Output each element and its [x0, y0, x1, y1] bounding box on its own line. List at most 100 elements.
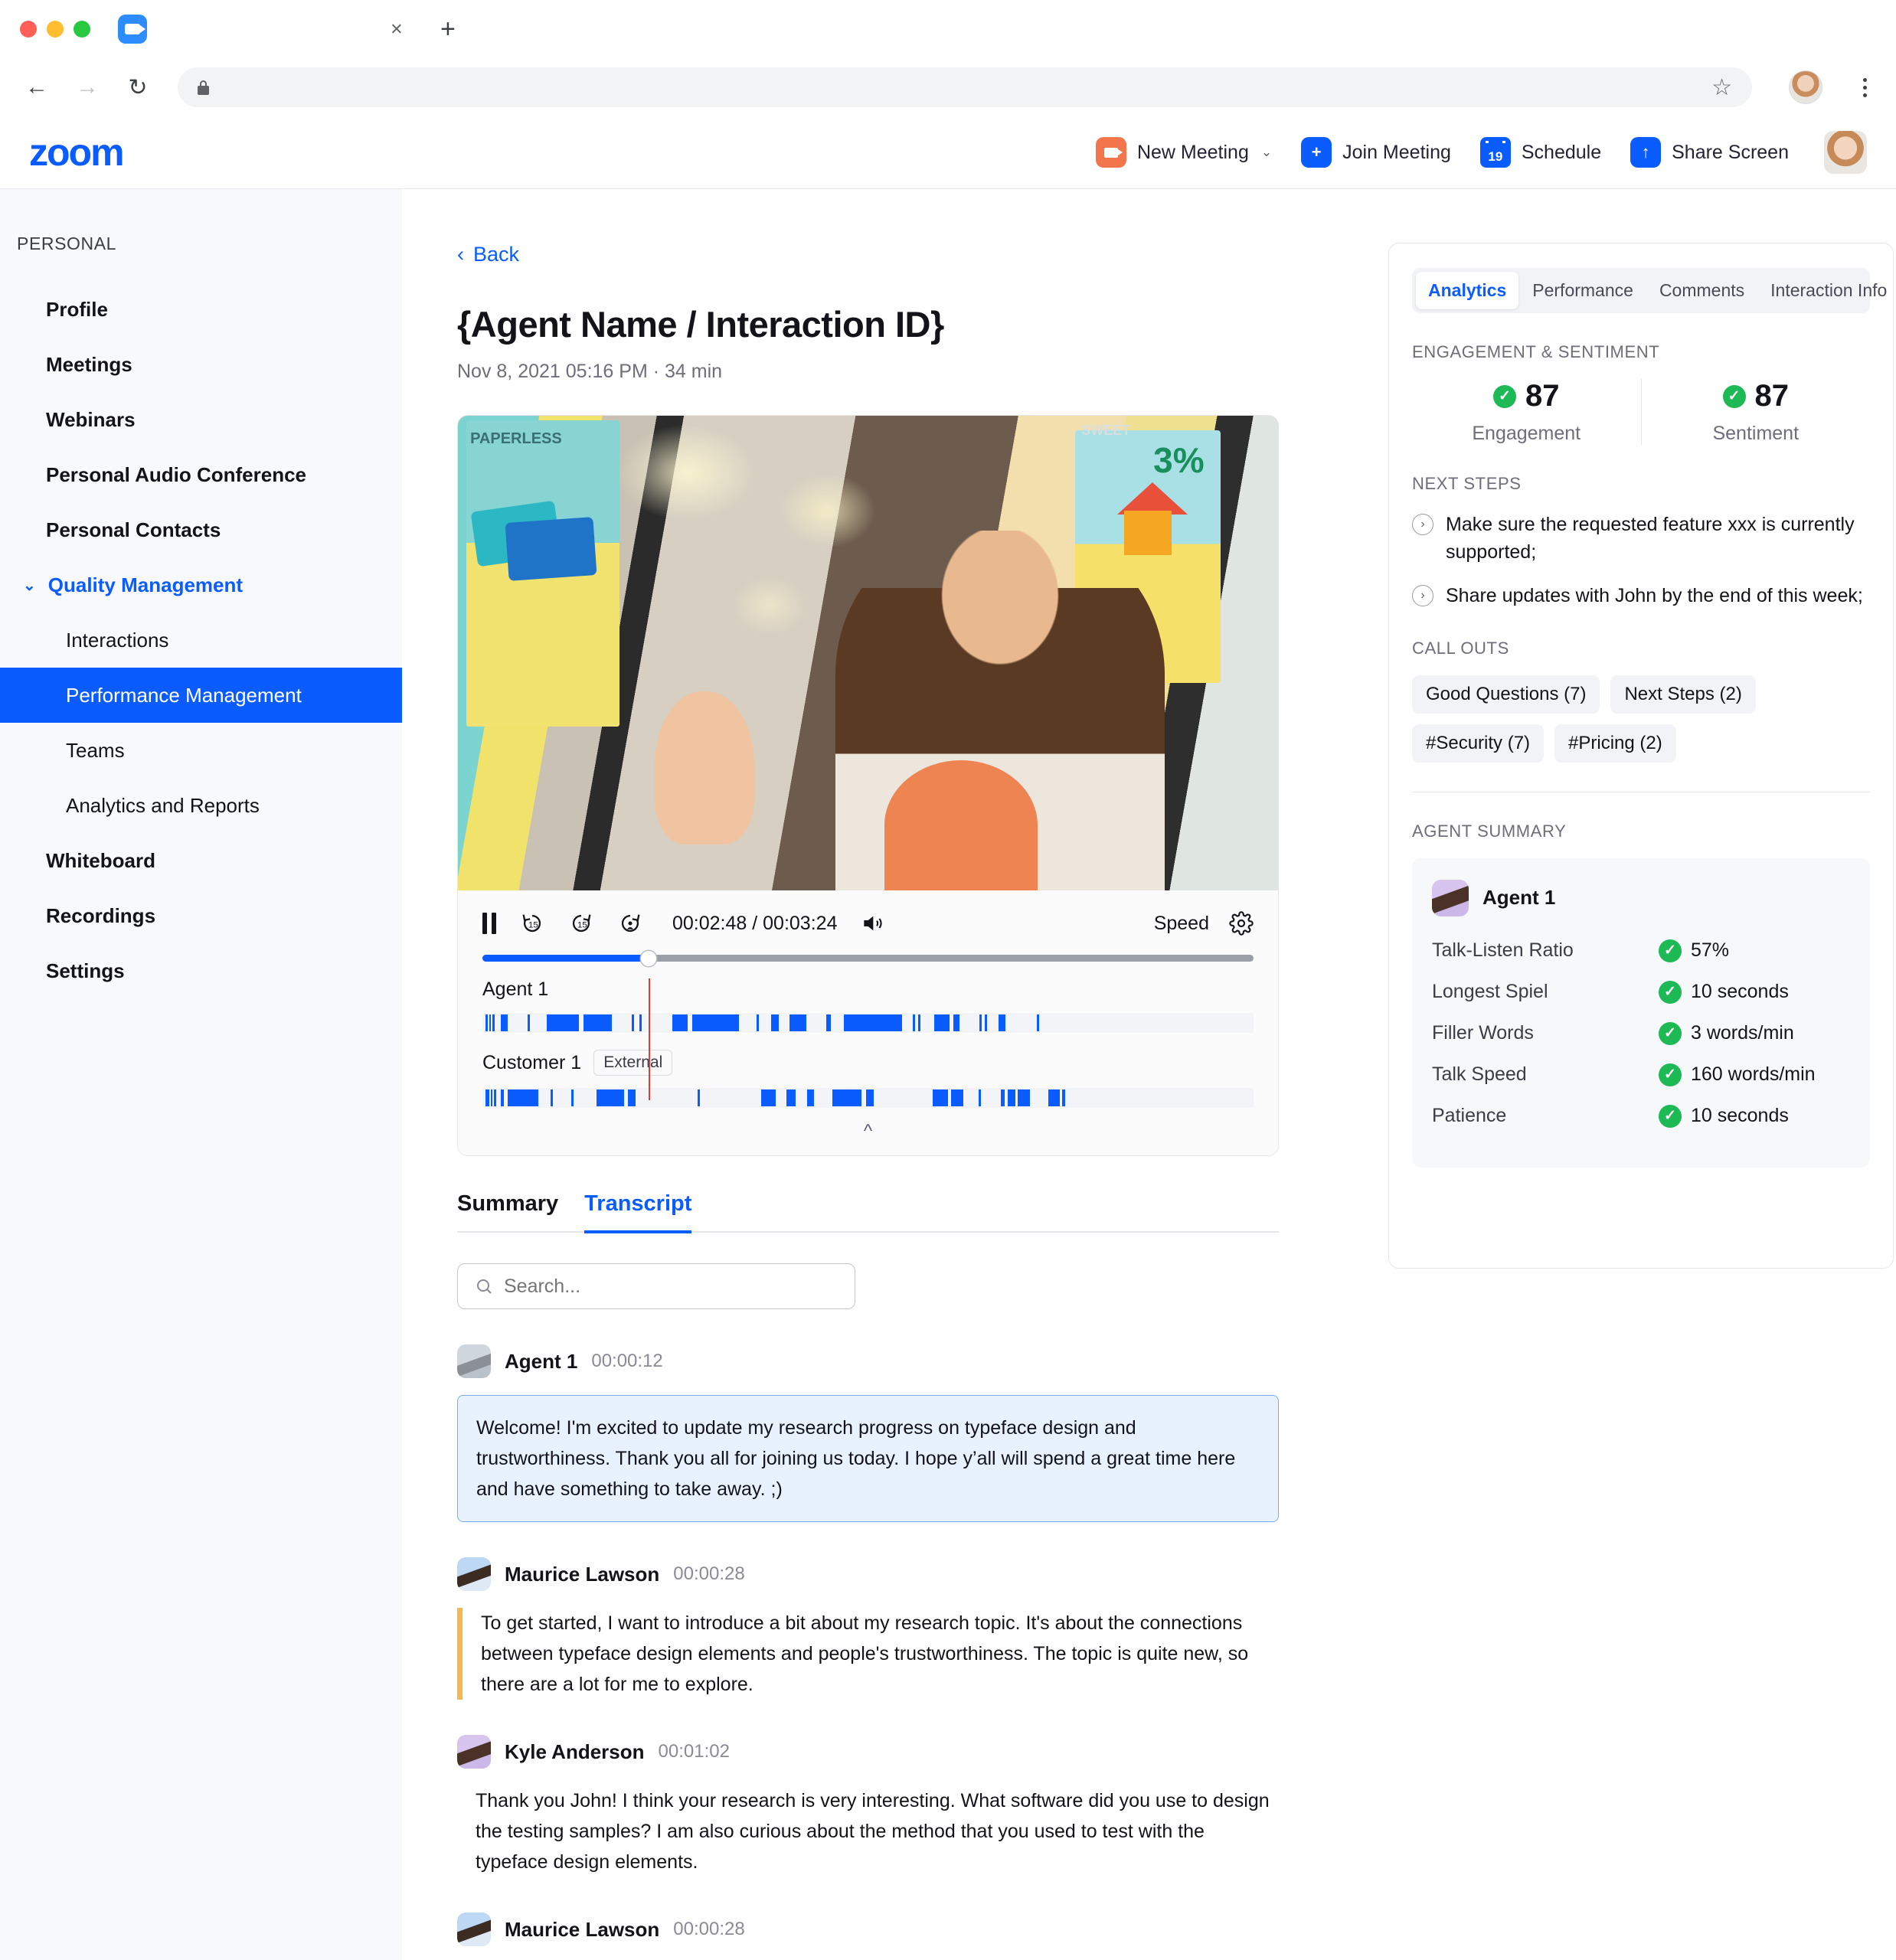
maximize-window-button[interactable]: [74, 21, 90, 38]
close-tab-button[interactable]: ×: [391, 18, 403, 40]
sidebar-item-interactions[interactable]: Interactions: [0, 612, 402, 668]
call-out-chip[interactable]: Good Questions (7): [1412, 675, 1600, 714]
transcript-text[interactable]: Welcome! I'm excited to update my resear…: [457, 1395, 1279, 1522]
close-window-button[interactable]: [20, 21, 37, 38]
progress-handle[interactable]: [640, 950, 656, 966]
back-button[interactable]: ‹ Back: [457, 243, 1352, 266]
back-nav-icon[interactable]: ←: [20, 70, 54, 104]
share-screen-button[interactable]: ↑ Share Screen: [1630, 137, 1789, 168]
external-badge: External: [593, 1050, 673, 1076]
metric-row: Longest Spiel ✓ 10 seconds: [1432, 980, 1850, 1004]
settings-button[interactable]: [1229, 911, 1254, 936]
search-input[interactable]: [504, 1275, 838, 1298]
lock-icon: [198, 80, 209, 95]
chrome-profile-avatar[interactable]: [1789, 70, 1822, 104]
tab-performance[interactable]: Performance: [1520, 272, 1646, 309]
sidebar-item-label: Profile: [46, 297, 108, 321]
volume-icon: [864, 916, 883, 931]
sidebar-item-quality-management[interactable]: ⌄ Quality Management: [0, 557, 402, 612]
video-camera-icon: [1095, 137, 1126, 168]
chevron-down-icon: ⌄: [23, 577, 36, 594]
transcript-text[interactable]: To get started, I want to introduce a bi…: [457, 1608, 1279, 1700]
score-label: Engagement: [1472, 423, 1581, 444]
call-out-chip[interactable]: #Security (7): [1412, 724, 1545, 763]
minimize-window-button[interactable]: [47, 21, 64, 38]
chevron-down-icon[interactable]: ⌄: [1261, 145, 1272, 160]
video-frame[interactable]: PAPERLESS 3% SWEET: [458, 416, 1278, 890]
tab-interaction-info[interactable]: Interaction Info: [1758, 272, 1896, 309]
sidebar-item-meetings[interactable]: Meetings: [0, 337, 402, 392]
tab-analytics[interactable]: Analytics: [1416, 272, 1519, 309]
sidebar-item-webinars[interactable]: Webinars: [0, 392, 402, 447]
schedule-button[interactable]: 19 Schedule: [1479, 137, 1602, 168]
transcript-entry: Kyle Anderson 00:01:02 Thank you John! I…: [457, 1735, 1279, 1877]
main-content: ‹ Back {Agent Name / Interaction ID} Nov…: [402, 243, 1352, 1960]
address-bar[interactable]: ☆: [178, 67, 1752, 107]
sidebar-item-personal-audio-conference[interactable]: Personal Audio Conference: [0, 447, 402, 502]
sidebar-item-teams[interactable]: Teams: [0, 723, 402, 778]
speed-button[interactable]: Speed: [1154, 913, 1209, 935]
sidebar-item-personal-contacts[interactable]: Personal Contacts: [0, 502, 402, 557]
customer-waveform[interactable]: [482, 1088, 1254, 1108]
transcript-search-box[interactable]: [457, 1263, 855, 1309]
metric-label: Filler Words: [1432, 1022, 1534, 1044]
browser-chrome: × + ← → ↻ ☆: [0, 0, 1896, 116]
tab-transcript[interactable]: Transcript: [584, 1191, 692, 1233]
transcript-entry: Maurice Lawson 00:00:28 To get started, …: [457, 1557, 1279, 1700]
metric-value: 160 words/min: [1691, 1063, 1816, 1086]
sidebar-item-whiteboard[interactable]: Whiteboard: [0, 833, 402, 888]
check-circle-icon: ✓: [1722, 384, 1746, 408]
waveform-segment: [756, 1014, 759, 1031]
forward-15-button[interactable]: 15: [568, 910, 594, 936]
waveform-segment: [628, 1089, 636, 1106]
bookmark-star-icon[interactable]: ☆: [1711, 74, 1732, 101]
volume-button[interactable]: [860, 911, 884, 936]
join-meeting-button[interactable]: + Join Meeting: [1301, 137, 1451, 168]
call-out-chips: Good Questions (7) Next Steps (2) #Secur…: [1412, 675, 1870, 763]
timestamp: 00:01:02: [658, 1741, 730, 1762]
waveform-segment: [832, 1089, 862, 1106]
sidebar-item-analytics-and-reports[interactable]: Analytics and Reports: [0, 778, 402, 833]
pause-button[interactable]: [482, 913, 496, 934]
forward-nav-icon[interactable]: →: [70, 70, 104, 104]
user-avatar[interactable]: [1824, 131, 1867, 174]
waveform-segment: [596, 1089, 625, 1106]
timestamp: 00:00:28: [673, 1563, 745, 1584]
page-title: {Agent Name / Interaction ID}: [457, 304, 944, 345]
transcript-text[interactable]: Thank you John! I think your research is…: [457, 1785, 1279, 1877]
sidebar-item-profile[interactable]: Profile: [0, 282, 402, 337]
sidebar-item-performance-management[interactable]: Performance Management: [0, 668, 402, 723]
transcript-entry: Maurice Lawson 00:00:28 To get started, …: [457, 1913, 1279, 1960]
new-meeting-button[interactable]: New Meeting ⌄: [1095, 137, 1272, 168]
sidebar-item-recordings[interactable]: Recordings: [0, 888, 402, 943]
rewind-15-button[interactable]: 15: [519, 910, 545, 936]
agent-waveform[interactable]: [482, 1013, 1254, 1033]
speaker-timelines: Agent 1 Customer 1 External: [482, 978, 1254, 1108]
call-out-chip[interactable]: Next Steps (2): [1610, 675, 1756, 714]
collapse-timeline-button[interactable]: ^: [482, 1108, 1254, 1155]
sidebar-item-settings[interactable]: Settings: [0, 943, 402, 998]
zoom-logo[interactable]: zoom: [29, 130, 125, 175]
next-step-item[interactable]: › Share updates with John by the end of …: [1412, 582, 1870, 609]
zoom-tab-favicon[interactable]: [118, 15, 147, 44]
schedule-label: Schedule: [1521, 141, 1602, 163]
tab-summary[interactable]: Summary: [457, 1191, 558, 1233]
playback-progress-bar[interactable]: [482, 950, 1254, 966]
next-speaker-button[interactable]: [617, 910, 643, 936]
metric-value: 3 words/min: [1691, 1022, 1794, 1044]
waveform-segment: [494, 1089, 496, 1106]
reload-icon[interactable]: ↻: [121, 70, 155, 104]
window-traffic-lights: [20, 21, 90, 38]
tab-comments[interactable]: Comments: [1647, 272, 1757, 309]
speaker-name: Maurice Lawson: [505, 1917, 660, 1941]
new-tab-button[interactable]: +: [440, 16, 456, 42]
timestamp: 00:00:28: [673, 1919, 745, 1939]
browser-menu-icon[interactable]: [1853, 77, 1876, 97]
waveform-segment: [979, 1014, 982, 1031]
waveform-segment: [770, 1014, 779, 1031]
call-out-chip[interactable]: #Pricing (2): [1554, 724, 1676, 763]
metric-value: 57%: [1691, 939, 1730, 962]
next-step-item[interactable]: › Make sure the requested feature xxx is…: [1412, 511, 1870, 567]
chevron-up-icon: ^: [863, 1121, 873, 1142]
participant-hand: [655, 691, 755, 844]
